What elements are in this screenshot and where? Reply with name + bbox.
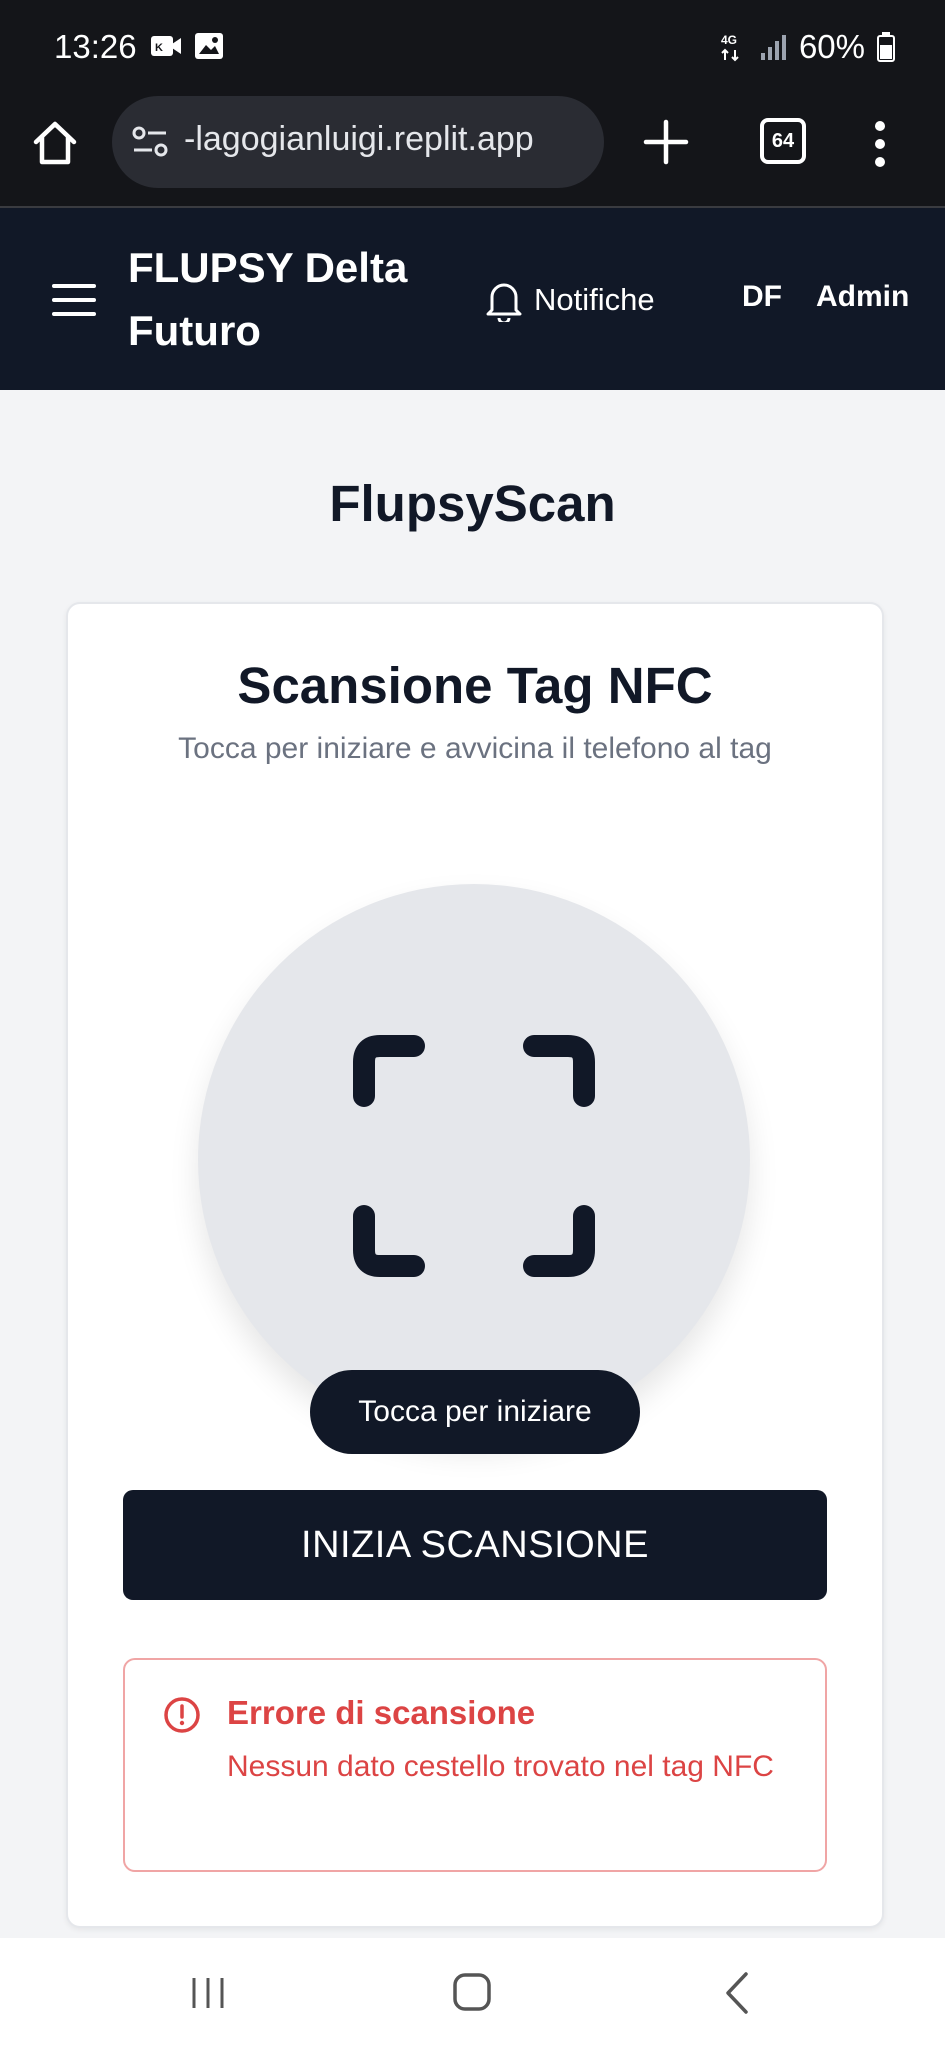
app-header: FLUPSY Delta Futuro Notifiche DF Admin	[0, 208, 945, 390]
svg-text:K: K	[155, 42, 163, 54]
image-icon	[195, 33, 223, 59]
battery-percent: 60%	[798, 28, 865, 65]
error-alert: Errore di scansione Nessun dato cestello…	[123, 1658, 827, 1872]
recents-icon[interactable]	[188, 1974, 228, 2012]
notification-app-icon: K	[151, 36, 181, 56]
card-subtitle: Tocca per iniziare e avvicina il telefon…	[178, 732, 772, 765]
card-title: Scansione Tag NFC	[237, 657, 713, 714]
notifications-label: Notifiche	[534, 282, 655, 317]
start-scan-button[interactable]: INIZIA SCANSIONE	[123, 1490, 827, 1600]
status-time: 13:26	[54, 28, 137, 65]
tabs-icon[interactable]: 64	[760, 118, 806, 164]
status-bar: 13:26 K 4G 60%	[0, 0, 945, 96]
signal-icon	[760, 35, 786, 60]
page-title: FlupsyScan	[329, 475, 616, 532]
system-nav-bar	[0, 1938, 945, 2048]
battery-icon	[877, 32, 895, 62]
plus-icon[interactable]	[640, 116, 692, 168]
more-vert-icon[interactable]	[872, 120, 888, 168]
scan-frame-icon	[353, 1035, 595, 1277]
scan-card: Scansione Tag NFC Tocca per iniziare e a…	[66, 602, 884, 1928]
tap-to-start-badge[interactable]: Tocca per iniziare	[310, 1370, 640, 1454]
network-icon: 4G	[721, 33, 739, 62]
notifications-button[interactable]: Notifiche	[484, 278, 655, 322]
back-icon[interactable]	[722, 1970, 752, 2016]
hamburger-menu-icon[interactable]	[52, 282, 96, 318]
network-label: 4G	[721, 33, 737, 47]
scan-area[interactable]	[198, 884, 750, 1436]
bell-icon	[486, 283, 522, 322]
user-role[interactable]: Admin	[816, 280, 909, 314]
app-title[interactable]: FLUPSY Delta Futuro	[128, 236, 448, 362]
status-right: 4G 60%	[721, 28, 895, 66]
address-bar[interactable]: -lagogianluigi.replit.app	[112, 96, 604, 188]
url-text[interactable]: -lagogianluigi.replit.app	[184, 120, 594, 164]
error-message: Nessun dato cestello trovato nel tag NFC	[227, 1750, 774, 1783]
status-notification-icons: K	[150, 32, 224, 60]
alert-circle-icon	[164, 1697, 200, 1733]
home-nav-icon[interactable]	[452, 1972, 492, 2012]
user-initials[interactable]: DF	[742, 280, 782, 314]
site-info-icon[interactable]	[130, 122, 170, 162]
browser-toolbar: -lagogianluigi.replit.app 64	[0, 96, 945, 208]
error-title: Errore di scansione	[227, 1694, 536, 1731]
home-icon[interactable]	[30, 118, 80, 168]
